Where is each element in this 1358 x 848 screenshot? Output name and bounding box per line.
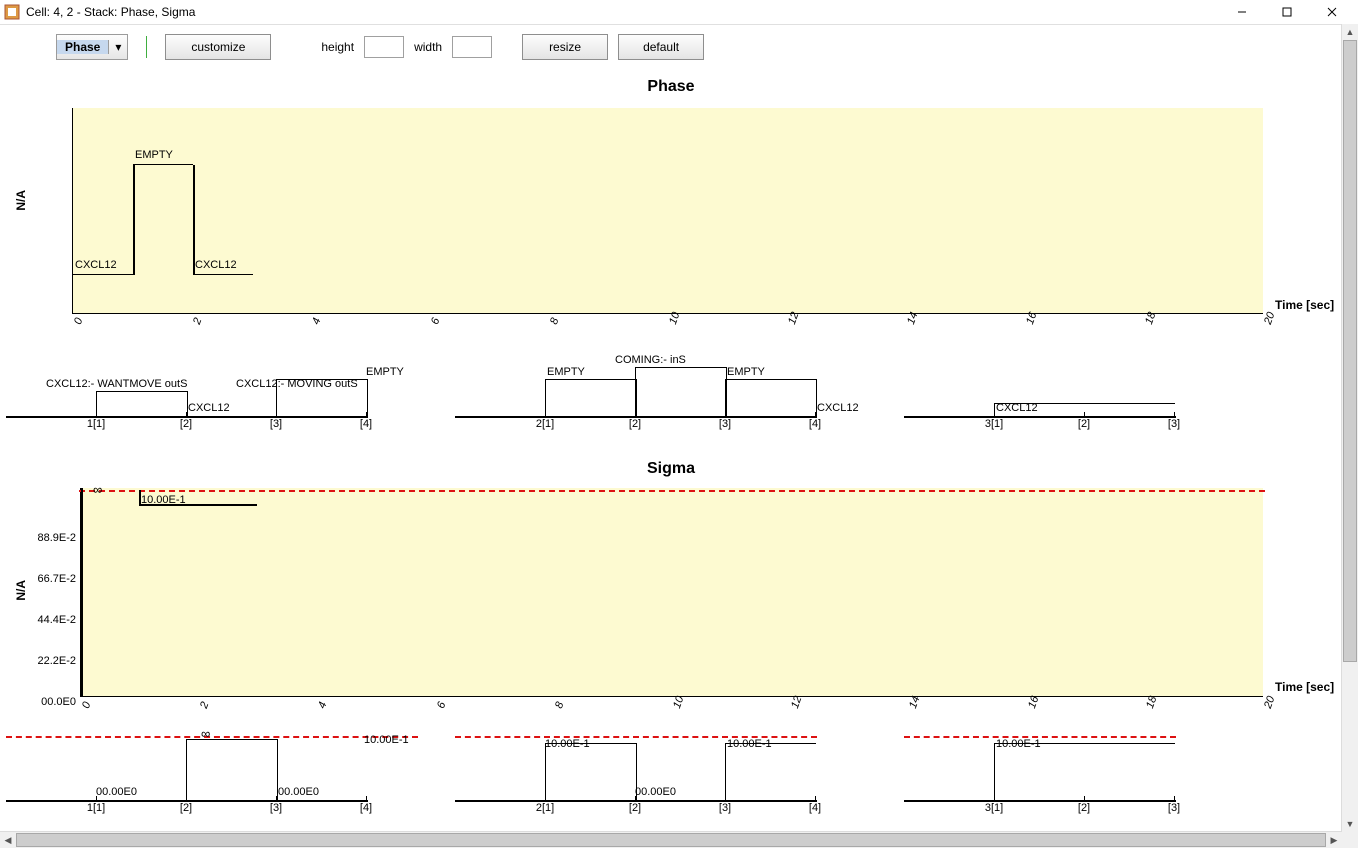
app-icon	[4, 4, 20, 20]
vertical-scrollbar[interactable]: ▲ ▼	[1341, 24, 1358, 832]
chevron-down-icon: ▾	[108, 40, 127, 54]
x-tick: 2	[191, 316, 204, 326]
phase-chart-title: Phase	[0, 78, 1342, 96]
x-tick: 12	[789, 694, 804, 710]
sigma-subplot-1[interactable]: ∞ 1[1] [2] [3] [4] 00.00E0 00.00E0 10.00…	[6, 736, 368, 814]
horizontal-scrollbar[interactable]: ◀ ▶	[0, 831, 1342, 848]
width-input[interactable]	[452, 36, 492, 58]
phase-annotation: EMPTY	[135, 149, 173, 161]
phase-subplot-2[interactable]: 2[1] [2] [3] [4] EMPTY COMING:- inS EMPT…	[455, 356, 817, 430]
default-button[interactable]: default	[618, 34, 704, 60]
minimize-button[interactable]	[1219, 0, 1264, 24]
scroll-right-icon[interactable]: ▶	[1326, 832, 1342, 848]
x-tick: 10	[667, 310, 682, 326]
series-dropdown-selected: Phase	[57, 40, 108, 54]
y-tick: 00.0E0	[24, 696, 76, 708]
y-tick: 66.7E-2	[24, 573, 76, 585]
phase-annotation: CXCL12	[195, 259, 237, 271]
scroll-left-icon[interactable]: ◀	[0, 832, 16, 848]
phase-annotation: CXCL12	[75, 259, 117, 271]
x-tick: 12	[786, 310, 801, 326]
chart-area: Phase N/A CXCL12 EMPTY CXCL12 Time [sec]…	[0, 60, 1342, 832]
phase-y-axis-label: N/A	[14, 190, 28, 211]
height-input[interactable]	[364, 36, 404, 58]
scroll-down-icon[interactable]: ▼	[1342, 816, 1358, 832]
sigma-annotation: 10.00E-1	[141, 494, 186, 506]
x-tick: 8	[553, 700, 566, 710]
height-label: height	[321, 40, 354, 54]
sigma-chart-title: Sigma	[0, 460, 1342, 478]
close-button[interactable]	[1309, 0, 1354, 24]
x-tick: 6	[435, 700, 448, 710]
sigma-subplot-3[interactable]: 3[1] [2] [3] 10.00E-1	[904, 736, 1176, 814]
scrollbar-corner	[1342, 832, 1358, 848]
x-tick: 4	[310, 316, 323, 326]
window-titlebar: Cell: 4, 2 - Stack: Phase, Sigma	[0, 0, 1358, 24]
y-tick: 44.4E-2	[24, 614, 76, 626]
x-tick: 14	[905, 310, 920, 326]
maximize-button[interactable]	[1264, 0, 1309, 24]
x-tick: 6	[429, 316, 442, 326]
toolbar-separator	[146, 36, 147, 58]
horizontal-scroll-thumb[interactable]	[16, 833, 1326, 847]
width-label: width	[414, 40, 442, 54]
phase-subplot-3[interactable]: 3[1] [2] [3] CXCL12	[904, 356, 1176, 430]
window-title: Cell: 4, 2 - Stack: Phase, Sigma	[26, 5, 1219, 19]
sigma-plot[interactable]: ∞ 10.00E-1	[80, 488, 1263, 697]
x-tick: 4	[316, 700, 329, 710]
phase-plot[interactable]: CXCL12 EMPTY CXCL12	[72, 108, 1263, 314]
series-dropdown[interactable]: Phase ▾	[56, 34, 128, 60]
resize-button[interactable]: resize	[522, 34, 608, 60]
x-tick: 2	[198, 700, 211, 710]
x-tick: 8	[548, 316, 561, 326]
x-tick: 20	[1262, 310, 1277, 326]
x-tick: 10	[671, 694, 686, 710]
x-tick: 20	[1262, 694, 1277, 710]
sigma-infinity-line	[79, 490, 1265, 492]
phase-x-axis-label: Time [sec]	[1275, 298, 1334, 312]
y-tick: 88.9E-2	[24, 532, 76, 544]
x-tick: 18	[1144, 694, 1159, 710]
sigma-x-axis-label: Time [sec]	[1275, 680, 1334, 694]
y-tick: 22.2E-2	[24, 655, 76, 667]
x-tick: 0	[72, 316, 85, 326]
phase-subplot-1[interactable]: 1[1] [2] [3] [4] CXCL12:- WANTMOVE outS …	[6, 356, 368, 430]
sigma-subplot-2[interactable]: 2[1] [2] [3] [4] 10.00E-1 00.00E0 10.00E…	[455, 736, 817, 814]
x-tick: 18	[1143, 310, 1158, 326]
x-tick: 0	[80, 700, 93, 710]
scroll-up-icon[interactable]: ▲	[1342, 24, 1358, 40]
infinity-icon: ∞	[93, 482, 102, 497]
customize-button[interactable]: customize	[165, 34, 271, 60]
vertical-scroll-thumb[interactable]	[1343, 40, 1357, 662]
x-tick: 16	[1024, 310, 1039, 326]
